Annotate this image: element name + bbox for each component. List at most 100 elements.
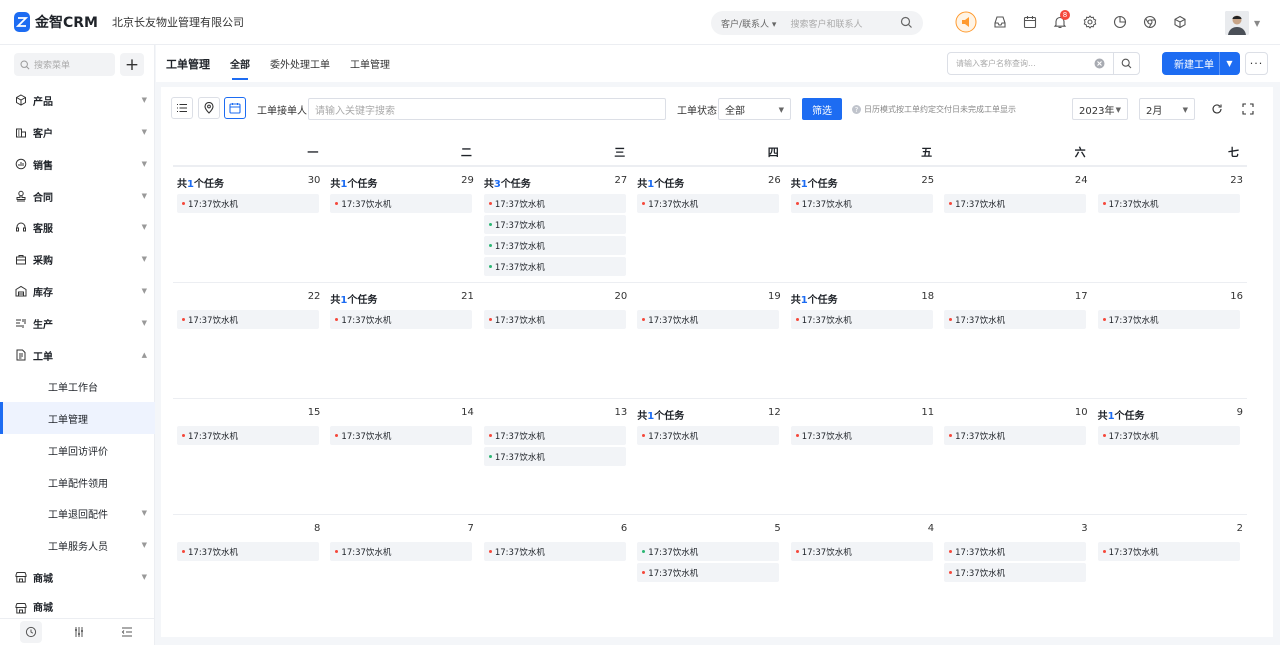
task-item[interactable]: 17:37饮水机	[330, 426, 473, 445]
task-item[interactable]: 17:37饮水机	[944, 563, 1087, 582]
task-item[interactable]: 17:37饮水机	[483, 257, 626, 276]
sidebar-item-followup[interactable]: 工单回访评价	[0, 434, 155, 466]
task-item[interactable]: 17:37饮水机	[177, 194, 319, 213]
sidebar-item-mall-2[interactable]: 商城	[0, 592, 155, 614]
customer-search-input[interactable]: 请输入客户名称查询...	[947, 52, 1140, 75]
calendar-day-cell[interactable]: 20 17:37饮水机	[479, 282, 634, 398]
sidebar-item-customer[interactable]: 客户 ▼	[0, 116, 155, 148]
filter-button[interactable]: 筛选	[802, 98, 842, 120]
task-item[interactable]: 17:37饮水机	[177, 542, 319, 561]
task-item[interactable]: 17:37饮水机	[637, 542, 780, 561]
sidebar-item-parts-request[interactable]: 工单配件领用	[0, 466, 155, 498]
calendar-day-cell[interactable]: 24 17:37饮水机	[940, 166, 1094, 282]
sidebar-item-sales[interactable]: 销售 ▼	[0, 148, 155, 180]
promo-icon[interactable]	[955, 11, 977, 33]
list-view-icon[interactable]	[171, 97, 193, 119]
task-item[interactable]: 17:37饮水机	[330, 542, 473, 561]
calendar-day-cell[interactable]: 22 17:37饮水机	[173, 282, 327, 398]
task-item[interactable]: 17:37饮水机	[790, 542, 933, 561]
sidebar-item-mall[interactable]: 商城 ▼	[0, 561, 155, 593]
calendar-day-cell[interactable]: 共1个任务 18 17:37饮水机	[786, 282, 941, 398]
filter-settings-icon[interactable]	[68, 621, 90, 643]
calendar-day-cell[interactable]: 15 17:37饮水机	[173, 398, 327, 514]
task-item[interactable]: 17:37饮水机	[1097, 542, 1240, 561]
search-type-select[interactable]: 客户/联系人 ▾	[721, 17, 776, 30]
calendar-day-cell[interactable]: 共1个任务 12 17:37饮水机	[633, 398, 787, 514]
calendar-day-cell[interactable]: 14 17:37饮水机	[326, 398, 480, 514]
calendar-day-cell[interactable]: 4 17:37饮水机	[786, 514, 941, 630]
gear-icon[interactable]	[1079, 11, 1101, 33]
task-item[interactable]: 17:37饮水机	[1097, 426, 1240, 445]
add-menu-button[interactable]: +	[120, 53, 144, 76]
sidebar-item-parts-return[interactable]: 工单退回配件 ▼	[0, 497, 155, 529]
pie-chart-icon[interactable]	[1109, 11, 1131, 33]
calendar-day-cell[interactable]: 共3个任务 27 17:37饮水机 17:37饮水机 17:37饮水机 17:37饮水机	[479, 166, 634, 282]
tab-workorder-manage[interactable]: 工单管理	[350, 45, 390, 82]
task-item[interactable]: 17:37饮水机	[483, 236, 626, 255]
calendar-day-cell[interactable]: 8 17:37饮水机	[173, 514, 327, 630]
sidebar-item-contract[interactable]: 合同 ▼	[0, 180, 155, 212]
sidebar-item-workorder[interactable]: 工单 ▲	[0, 339, 155, 371]
tab-outsourced[interactable]: 委外处理工单	[270, 45, 330, 82]
calendar-day-cell[interactable]: 2 17:37饮水机	[1093, 514, 1247, 630]
calendar-day-cell[interactable]: 11 17:37饮水机	[786, 398, 941, 514]
calendar-icon[interactable]	[1019, 11, 1041, 33]
calendar-day-cell[interactable]: 共1个任务 9 17:37饮水机	[1093, 398, 1247, 514]
assignee-search-input[interactable]: 请输入关键字搜索	[308, 98, 666, 120]
task-item[interactable]: 17:37饮水机	[637, 563, 780, 582]
status-select[interactable]: 全部 ▼	[718, 98, 791, 120]
fullscreen-icon[interactable]	[1237, 98, 1259, 120]
calendar-day-cell[interactable]: 共1个任务 29 17:37饮水机	[326, 166, 480, 282]
task-item[interactable]: 17:37饮水机	[330, 194, 473, 213]
history-icon[interactable]	[20, 621, 42, 643]
refresh-icon[interactable]	[1206, 98, 1228, 120]
customer-search-button[interactable]	[1113, 52, 1139, 75]
sidebar-item-workorder-manage[interactable]: 工单管理	[0, 402, 155, 434]
calendar-day-cell[interactable]: 7 17:37饮水机	[326, 514, 480, 630]
calendar-day-cell[interactable]: 共1个任务 21 17:37饮水机	[326, 282, 480, 398]
user-menu-caret-icon[interactable]: ▼	[1254, 19, 1260, 28]
sidebar-item-service-staff[interactable]: 工单服务人员 ▼	[0, 529, 155, 561]
task-item[interactable]: 17:37饮水机	[483, 426, 626, 445]
calendar-day-cell[interactable]: 共1个任务 26 17:37饮水机	[633, 166, 787, 282]
calendar-day-cell[interactable]: 共1个任务 25 17:37饮水机	[786, 166, 941, 282]
task-item[interactable]: 17:37饮水机	[177, 426, 319, 445]
task-item[interactable]: 17:37饮水机	[483, 194, 626, 213]
global-search-input[interactable]: 搜索客户和联系人	[790, 17, 862, 30]
task-item[interactable]: 17:37饮水机	[637, 426, 780, 445]
calendar-day-cell[interactable]: 10 17:37饮水机	[940, 398, 1094, 514]
avatar[interactable]	[1225, 11, 1249, 35]
task-item[interactable]: 17:37饮水机	[483, 215, 626, 234]
task-item[interactable]: 17:37饮水机	[483, 447, 626, 466]
task-item[interactable]: 17:37饮水机	[637, 310, 780, 329]
browser-icon[interactable]	[1139, 11, 1161, 33]
task-item[interactable]: 17:37饮水机	[330, 310, 473, 329]
calendar-day-cell[interactable]: 16 17:37饮水机	[1093, 282, 1247, 398]
inbox-icon[interactable]	[989, 11, 1011, 33]
calendar-day-cell[interactable]: 13 17:37饮水机 17:37饮水机	[479, 398, 634, 514]
task-item[interactable]: 17:37饮水机	[483, 310, 626, 329]
calendar-day-cell[interactable]: 共1个任务 30 17:37饮水机	[173, 166, 327, 282]
sidebar-item-inventory[interactable]: 库存 ▼	[0, 275, 155, 307]
map-pin-icon[interactable]	[198, 97, 220, 119]
logo[interactable]: 金智CRM	[14, 12, 98, 32]
collapse-menu-icon[interactable]	[116, 621, 138, 643]
tab-all[interactable]: 全部	[230, 45, 250, 82]
task-item[interactable]: 17:37饮水机	[944, 310, 1087, 329]
cube-icon[interactable]	[1169, 11, 1191, 33]
task-item[interactable]: 17:37饮水机	[1097, 310, 1240, 329]
calendar-day-cell[interactable]: 5 17:37饮水机 17:37饮水机	[633, 514, 787, 630]
bell-icon[interactable]: 8	[1049, 10, 1071, 33]
sidebar-item-purchase[interactable]: 采购 ▼	[0, 243, 155, 275]
global-search[interactable]: 客户/联系人 ▾ 搜索客户和联系人	[711, 11, 923, 35]
month-select[interactable]: 2月 ▼	[1139, 98, 1195, 120]
calendar-day-cell[interactable]: 3 17:37饮水机 17:37饮水机	[940, 514, 1094, 630]
more-button[interactable]: ···	[1245, 52, 1268, 75]
task-item[interactable]: 17:37饮水机	[790, 194, 933, 213]
sidebar-item-service[interactable]: 客服 ▼	[0, 211, 155, 243]
clear-icon[interactable]	[1094, 58, 1105, 69]
calendar-view-icon[interactable]	[224, 97, 246, 119]
sidebar-item-production[interactable]: 生产 ▼	[0, 307, 155, 339]
task-item[interactable]: 17:37饮水机	[944, 194, 1087, 213]
chevron-down-icon[interactable]: ▼	[1219, 52, 1239, 75]
